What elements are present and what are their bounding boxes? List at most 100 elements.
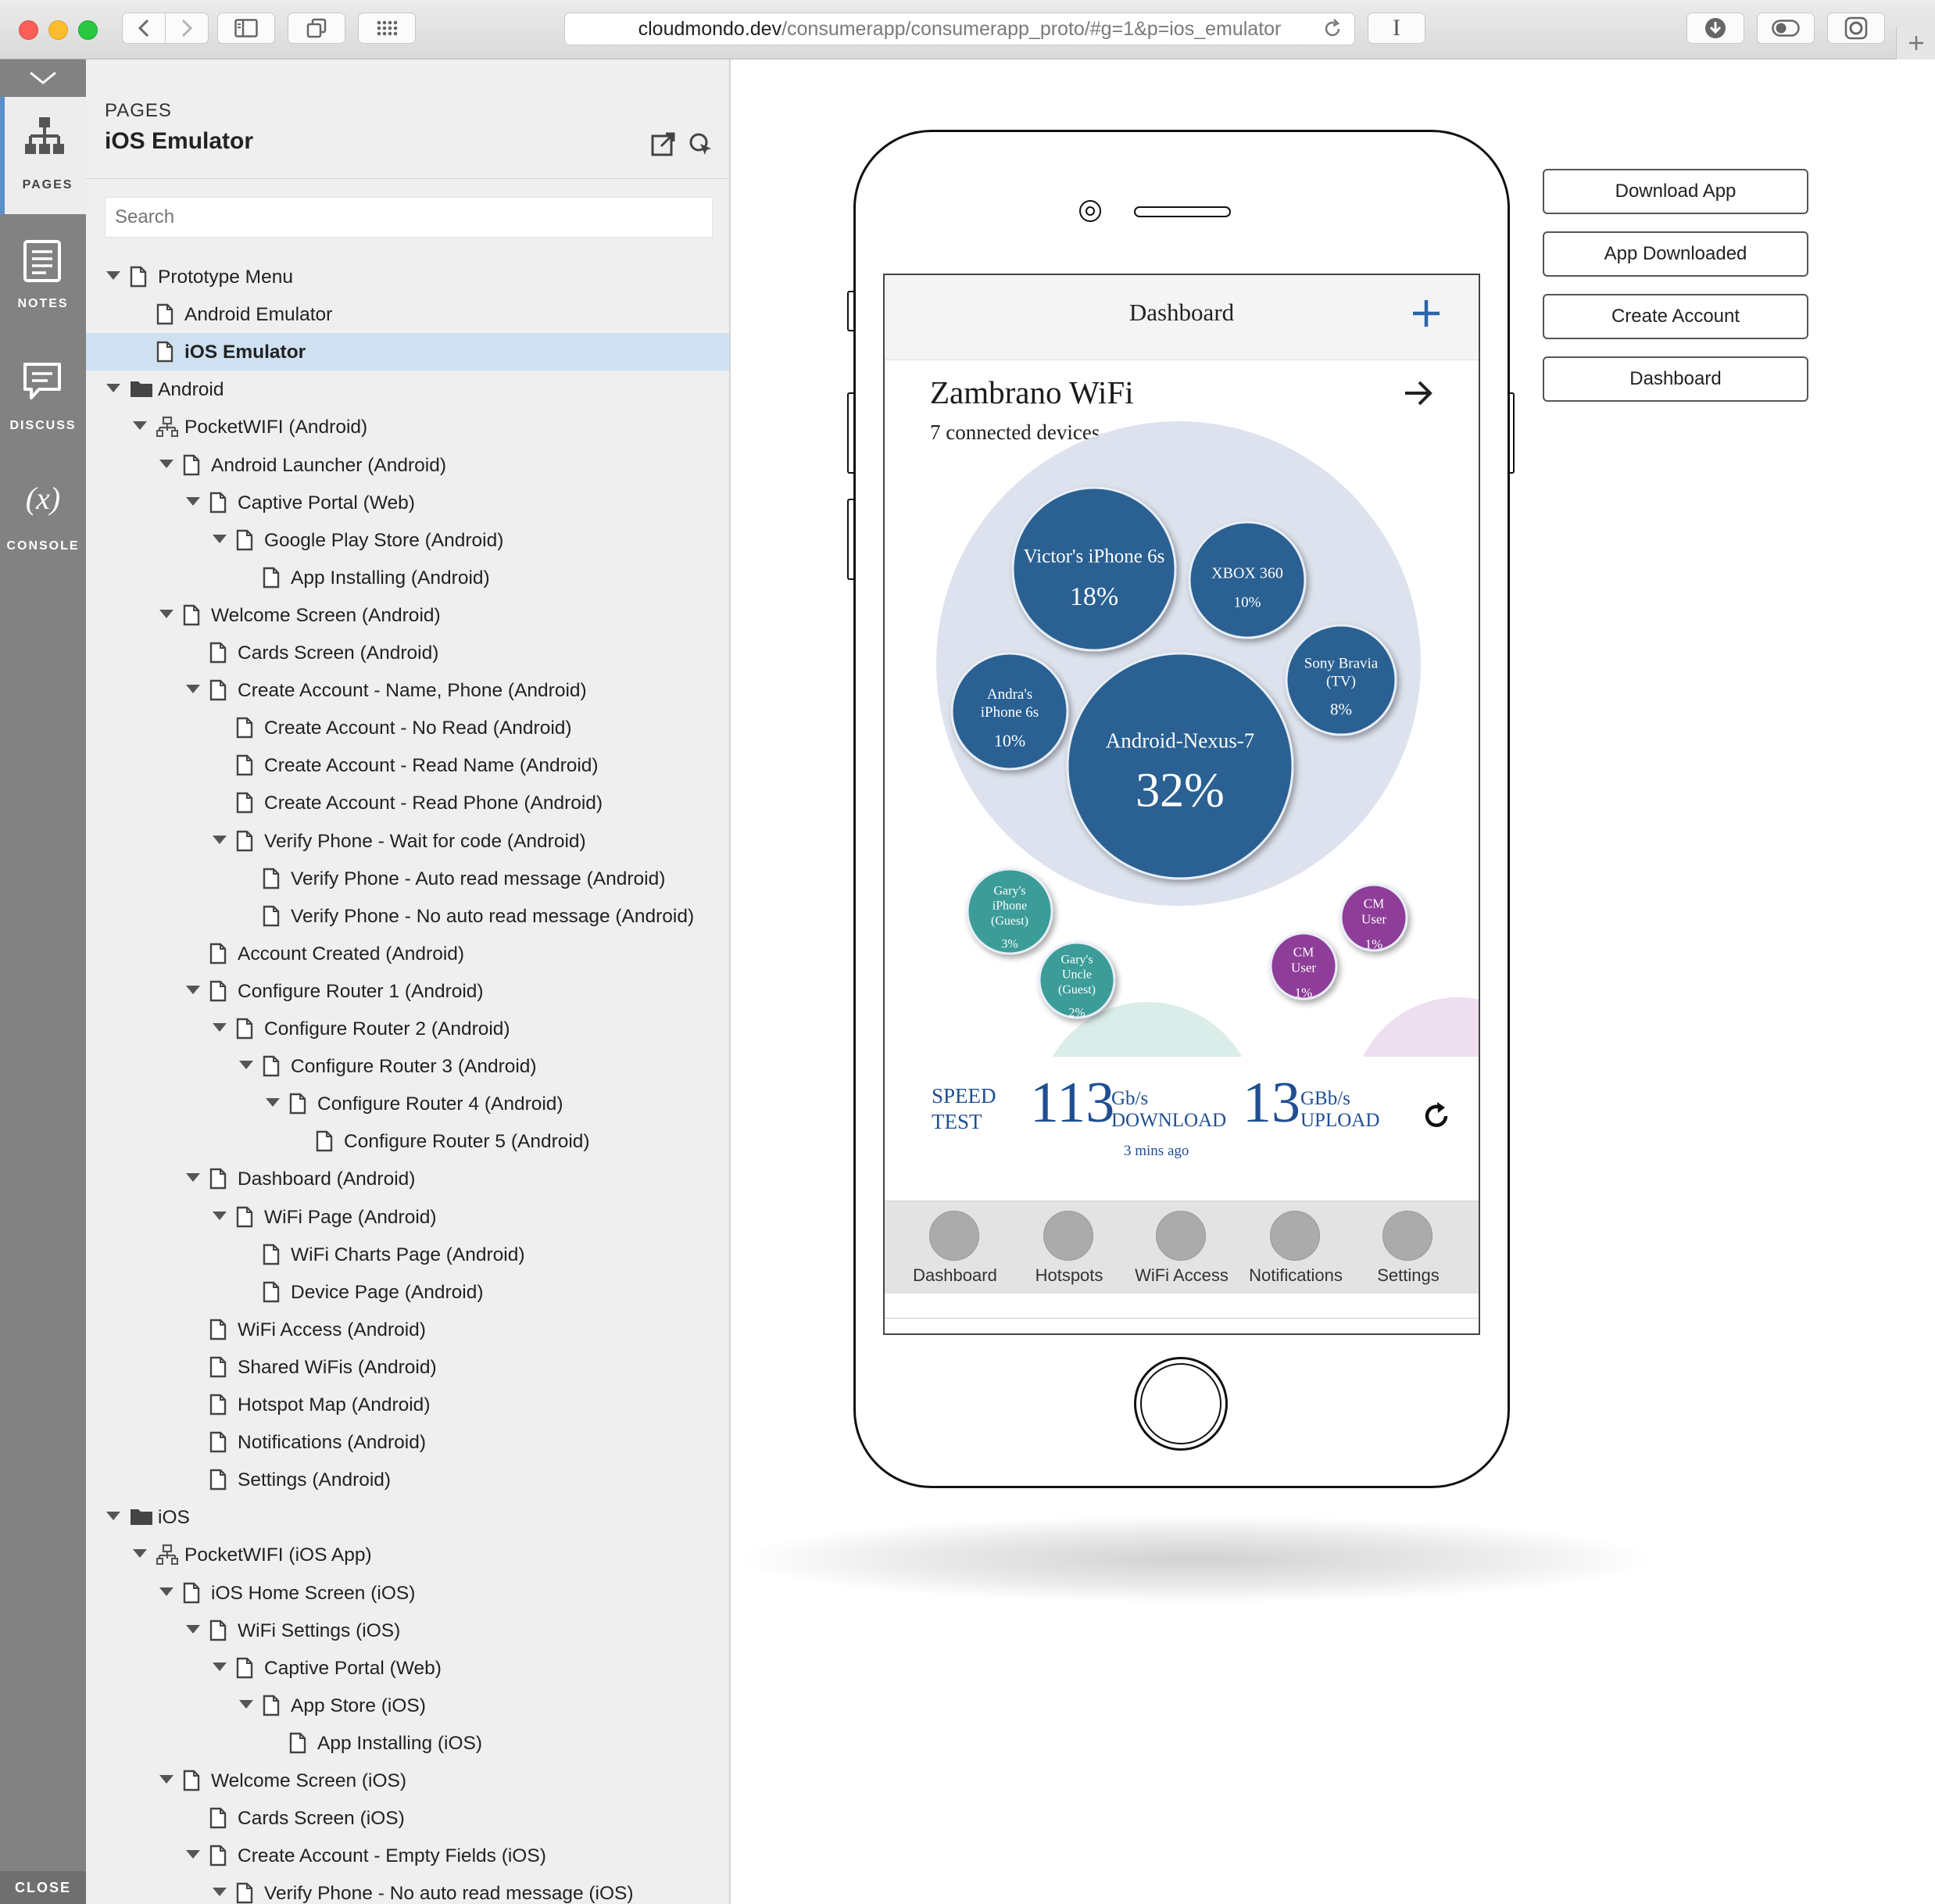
tree-item[interactable]: WiFi Access (Android)	[86, 1311, 729, 1348]
caret-down-icon[interactable]	[186, 1173, 200, 1183]
caret-down-icon[interactable]	[106, 1512, 120, 1521]
caret-down-icon[interactable]	[213, 835, 227, 844]
rail-discuss-tab[interactable]: DISCUSS	[0, 338, 86, 455]
caret-down-icon[interactable]	[186, 685, 200, 694]
tree-item[interactable]: Prototype Menu	[86, 258, 729, 295]
caret-down-icon[interactable]	[213, 1888, 227, 1897]
tree-item[interactable]: Cards Screen (iOS)	[86, 1799, 729, 1837]
tree-item[interactable]: Hotspot Map (Android)	[86, 1386, 729, 1423]
device-bubble[interactable]: CMUser1%	[1269, 932, 1338, 1000]
tab-item[interactable]: Dashboard	[896, 1201, 1014, 1294]
caret-down-icon[interactable]	[133, 1549, 147, 1559]
search-input[interactable]	[105, 197, 713, 238]
tree-item[interactable]: iOS Emulator	[86, 333, 729, 371]
tree-item[interactable]: Verify Phone - No auto read message (iOS…	[86, 1874, 729, 1904]
device-bubble[interactable]: XBOX 360 10%	[1188, 521, 1307, 639]
minimize-window-button[interactable]	[48, 20, 68, 40]
tree-item[interactable]: Create Account - Empty Fields (iOS)	[86, 1837, 729, 1874]
tree-item[interactable]: Verify Phone - Wait for code (Android)	[86, 822, 729, 860]
sidebar-toggle-button[interactable]	[217, 13, 275, 44]
tree-item[interactable]: Dashboard (Android)	[86, 1160, 729, 1197]
reader-button[interactable]: I	[1368, 13, 1425, 44]
close-panel-button[interactable]: CLOSE	[0, 1871, 86, 1904]
tree-item[interactable]: Android Launcher (Android)	[86, 446, 729, 484]
new-tab-button[interactable]	[1896, 27, 1935, 59]
rail-pages-tab[interactable]: PAGES	[0, 97, 86, 214]
tree-item[interactable]: Configure Router 3 (Android)	[86, 1047, 729, 1085]
tree-item[interactable]: Verify Phone - No auto read message (And…	[86, 897, 729, 935]
tab-item[interactable]: Settings	[1350, 1201, 1467, 1294]
tree-item[interactable]: Configure Router 2 (Android)	[86, 1010, 729, 1047]
caret-down-icon[interactable]	[159, 459, 173, 468]
caret-down-icon[interactable]	[159, 609, 173, 618]
caret-down-icon[interactable]	[239, 1699, 253, 1709]
tree-item[interactable]: Settings (Android)	[86, 1461, 729, 1498]
tree-item[interactable]: Welcome Screen (iOS)	[86, 1762, 729, 1799]
tree-item[interactable]: Verify Phone - Auto read message (Androi…	[86, 860, 729, 897]
device-bubble[interactable]: Gary's Uncle(Guest) 2%	[1038, 941, 1116, 1019]
tree-item[interactable]: Notifications (Android)	[86, 1423, 729, 1461]
device-bubble[interactable]: Andra'siPhone 6s 10%	[950, 652, 1069, 771]
rail-notes-tab[interactable]: NOTES	[0, 216, 86, 333]
tree-item[interactable]: PocketWIFI (iOS App)	[86, 1536, 729, 1573]
tree-item[interactable]: WiFi Page (Android)	[86, 1198, 729, 1236]
caret-down-icon[interactable]	[186, 1850, 200, 1859]
dashboard-button[interactable]: Dashboard	[1543, 356, 1808, 402]
device-bubble[interactable]: Sony Bravia(TV) 8%	[1285, 624, 1397, 736]
tree-item[interactable]: Create Account - Read Name (Android)	[86, 746, 729, 784]
refresh-icon[interactable]	[1419, 1099, 1454, 1133]
back-button[interactable]	[122, 13, 166, 44]
tree-item[interactable]: WiFi Charts Page (Android)	[86, 1236, 729, 1273]
caret-down-icon[interactable]	[239, 1061, 253, 1070]
caret-down-icon[interactable]	[186, 985, 200, 994]
tree-item[interactable]: Configure Router 1 (Android)	[86, 972, 729, 1010]
tab-overview-button[interactable]	[288, 13, 345, 44]
caret-down-icon[interactable]	[186, 496, 200, 506]
device-bubble[interactable]: CMUser1%	[1339, 883, 1408, 952]
tree-item[interactable]: iOS Home Screen (iOS)	[86, 1574, 729, 1612]
tree-item[interactable]: Create Account - Name, Phone (Android)	[86, 671, 729, 709]
rail-console-tab[interactable]: (x) CONSOLE	[0, 458, 86, 575]
open-in-new-icon[interactable]	[650, 131, 677, 162]
caret-down-icon[interactable]	[213, 1211, 227, 1220]
home-button[interactable]	[1134, 1357, 1228, 1451]
zoom-window-button[interactable]	[78, 20, 98, 40]
tree-item[interactable]: Captive Portal (Web)	[86, 484, 729, 521]
screenshot-extension-button[interactable]	[1827, 13, 1885, 44]
caret-down-icon[interactable]	[213, 1662, 227, 1671]
tab-item[interactable]: Notifications	[1237, 1201, 1354, 1294]
create-account-button[interactable]: Create Account	[1543, 294, 1808, 339]
tree-item[interactable]: Welcome Screen (Android)	[86, 596, 729, 634]
tree-item[interactable]: iOS	[86, 1498, 729, 1536]
device-bubble[interactable]: Android-Nexus-7 32%	[1066, 652, 1294, 880]
forward-button[interactable]	[165, 13, 209, 44]
caret-down-icon[interactable]	[266, 1098, 280, 1108]
tree-item[interactable]: Shared WiFis (Android)	[86, 1348, 729, 1386]
tree-item[interactable]: WiFi Settings (iOS)	[86, 1612, 729, 1649]
tree-item[interactable]: Captive Portal (Web)	[86, 1649, 729, 1687]
tree-item[interactable]: Create Account - Read Phone (Android)	[86, 784, 729, 821]
tab-item[interactable]: WiFi Access	[1123, 1201, 1240, 1294]
tree-item[interactable]: Account Created (Android)	[86, 935, 729, 972]
app-downloaded-button[interactable]: App Downloaded	[1543, 231, 1808, 277]
locate-page-icon[interactable]	[688, 131, 714, 162]
caret-down-icon[interactable]	[213, 1023, 227, 1032]
device-bubble[interactable]: Gary's iPhone(Guest) 3%	[966, 868, 1053, 955]
apps-grid-button[interactable]	[358, 13, 416, 44]
downloads-button[interactable]	[1686, 13, 1744, 44]
tree-item[interactable]: Configure Router 4 (Android)	[86, 1085, 729, 1122]
tree-item[interactable]: Android	[86, 370, 729, 408]
download-app-button[interactable]: Download App	[1543, 169, 1808, 214]
collapse-rail-button[interactable]	[0, 59, 86, 97]
caret-down-icon[interactable]	[159, 1587, 173, 1596]
caret-down-icon[interactable]	[186, 1624, 200, 1634]
tree-item[interactable]: Create Account - No Read (Android)	[86, 709, 729, 746]
tree-item[interactable]: App Installing (iOS)	[86, 1724, 729, 1762]
close-window-button[interactable]	[19, 20, 38, 40]
caret-down-icon[interactable]	[106, 271, 120, 280]
reload-icon[interactable]	[1322, 18, 1343, 45]
tree-item[interactable]: Google Play Store (Android)	[86, 521, 729, 559]
tree-item[interactable]: App Installing (Android)	[86, 559, 729, 596]
tree-item[interactable]: Cards Screen (Android)	[86, 634, 729, 671]
device-bubble[interactable]: Victor's iPhone 6s 18%	[1011, 486, 1177, 652]
